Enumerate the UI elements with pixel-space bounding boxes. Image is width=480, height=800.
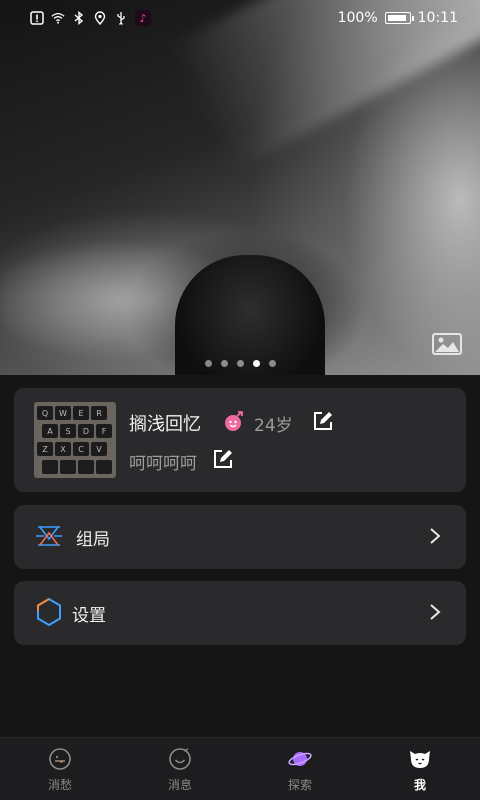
tab-label: 探索 [287, 778, 312, 792]
carousel-dot[interactable] [220, 360, 228, 367]
keyboard-key: Q [37, 406, 53, 420]
signature-text: 呵呵呵呵 [129, 454, 197, 474]
clock: 10:11 [417, 10, 458, 26]
keyboard-key [42, 460, 58, 474]
alert-icon [30, 11, 44, 25]
usb-icon [117, 12, 125, 25]
carousel-indicator [0, 360, 480, 367]
profile-cover-photo[interactable] [0, 0, 480, 375]
face-tongue-icon [49, 748, 71, 770]
avatar[interactable]: Q W E R A S D F Z X C V [34, 402, 116, 478]
tab-relieve[interactable]: 消愁 [0, 738, 120, 800]
edit-nickname-icon[interactable] [312, 410, 334, 432]
group-event-icon [36, 526, 62, 546]
cat-face-icon [410, 751, 430, 768]
planet-icon [288, 752, 312, 766]
profile-card[interactable]: Q W E R A S D F Z X C V 搁浅回忆 24岁 呵呵呵呵 [14, 388, 466, 492]
keyboard-key: C [73, 442, 89, 456]
keyboard-key: R [91, 406, 107, 420]
chevron-right-icon [430, 528, 441, 544]
carousel-dot[interactable] [268, 360, 276, 367]
tab-label: 消息 [167, 778, 192, 792]
keyboard-key [60, 460, 76, 474]
status-left-icons: ♪ [30, 10, 151, 26]
nickname: 搁浅回忆 [129, 414, 201, 435]
tab-me[interactable]: 我 [360, 738, 480, 800]
keyboard-key: Z [37, 442, 53, 456]
hexagon-settings-icon [37, 597, 61, 627]
carousel-dot[interactable] [204, 360, 212, 367]
menu-label-settings: 设置 [72, 606, 106, 626]
keyboard-key: D [78, 424, 94, 438]
tab-messages[interactable]: 消息 [120, 738, 240, 800]
keyboard-key: F [96, 424, 112, 438]
status-bar: ♪ 100% 10:11 [0, 0, 480, 36]
keyboard-key: E [73, 406, 89, 420]
smile-bubble-icon [169, 748, 191, 770]
bluetooth-icon [74, 11, 84, 25]
battery-icon [384, 12, 414, 24]
keyboard-key: S [60, 424, 76, 438]
age-label: 24岁 [254, 416, 293, 436]
tiktok-icon: ♪ [135, 10, 151, 26]
wifi-icon [51, 12, 65, 24]
edit-signature-icon[interactable] [212, 448, 234, 470]
chevron-right-icon [430, 604, 441, 620]
bottom-navigation: 消愁 消息 探索 我 [0, 737, 480, 800]
person-silhouette [175, 255, 325, 375]
keyboard-key: X [55, 442, 71, 456]
carousel-dot[interactable] [236, 360, 244, 367]
keyboard-key: A [42, 424, 58, 438]
female-icon [225, 411, 243, 431]
tab-explore[interactable]: 探索 [240, 738, 360, 800]
keyboard-key [96, 460, 112, 474]
tab-label: 消愁 [47, 778, 72, 792]
gallery-icon[interactable] [432, 333, 462, 355]
menu-label-group-event: 组局 [76, 530, 110, 550]
menu-item-settings[interactable]: 设置 [14, 581, 466, 645]
tab-label: 我 [413, 778, 426, 792]
location-icon [94, 11, 106, 25]
status-right: 100% 10:11 [338, 10, 458, 26]
battery-percent: 100% [337, 10, 378, 26]
carousel-dot[interactable] [252, 360, 260, 367]
keyboard-key: W [55, 406, 71, 420]
menu-item-group-event[interactable]: 组局 [14, 505, 466, 569]
keyboard-key [78, 460, 94, 474]
keyboard-key: V [91, 442, 107, 456]
